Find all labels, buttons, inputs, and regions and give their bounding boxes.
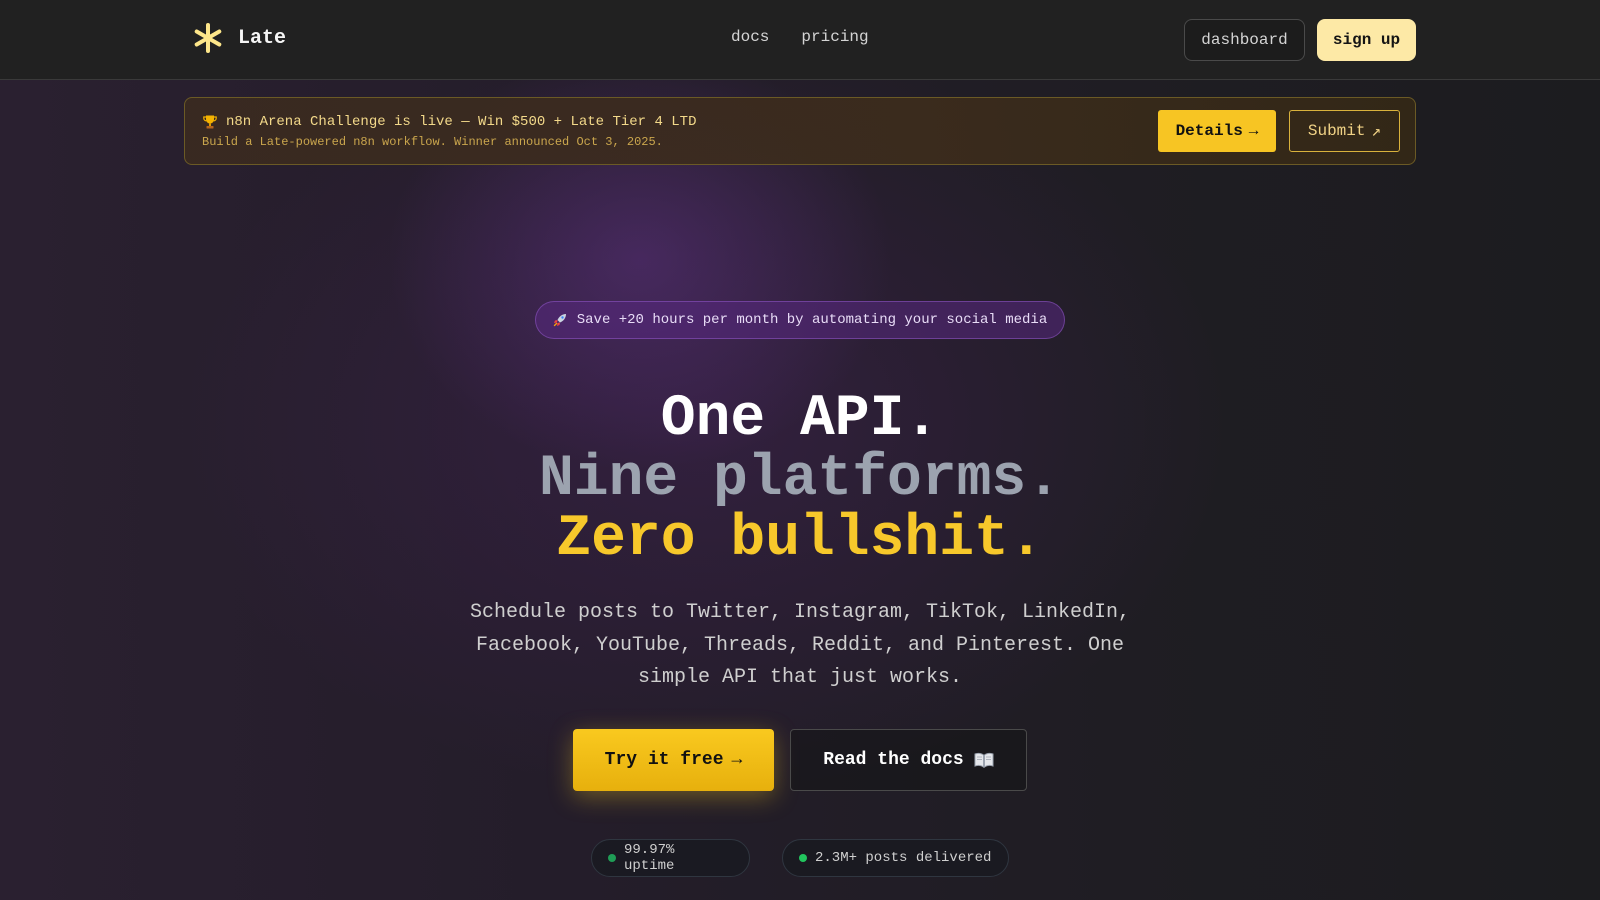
asterisk-logo-icon xyxy=(194,23,222,53)
headline-line-3: Zero bullshit. xyxy=(556,507,1044,572)
nav-link-pricing[interactable]: pricing xyxy=(801,28,868,46)
read-docs-button[interactable]: Read the docs xyxy=(790,729,1027,791)
book-icon xyxy=(974,752,994,769)
trophy-icon xyxy=(203,115,217,129)
brand-logo[interactable]: Late xyxy=(192,22,286,54)
submit-label: Submit xyxy=(1307,122,1366,140)
details-label: Details xyxy=(1175,122,1243,140)
nav-link-docs[interactable]: docs xyxy=(731,28,769,46)
savings-pill: Save +20 hours per month by automating y… xyxy=(535,301,1065,339)
arrow-right-icon: → xyxy=(1248,122,1259,140)
status-dot-icon xyxy=(799,854,807,862)
top-navbar: Late docs pricing dashboard sign up xyxy=(0,0,1600,80)
arrow-right-icon: → xyxy=(731,750,743,770)
main-nav: docs pricing xyxy=(731,28,869,46)
pill-text: Save +20 hours per month by automating y… xyxy=(576,312,1048,328)
rocket-icon xyxy=(553,314,566,327)
banner-subtitle: Build a Late-powered n8n workflow. Winne… xyxy=(202,135,663,149)
arrow-up-right-icon: ↗ xyxy=(1371,123,1382,141)
read-docs-label: Read the docs xyxy=(823,750,964,770)
hero-headline: One API. Nine platforms. Zero bullshit. xyxy=(0,390,1600,570)
try-free-button[interactable]: Try it free → xyxy=(573,729,774,791)
headline-line-2: Nine platforms. xyxy=(538,447,1062,512)
uptime-stat: 99.97% uptime xyxy=(591,839,750,877)
dashboard-button[interactable]: dashboard xyxy=(1184,19,1305,61)
brand-name: Late xyxy=(238,26,287,50)
posts-delivered-stat: 2.3M+ posts delivered xyxy=(782,839,1009,877)
details-button[interactable]: Details → xyxy=(1158,110,1276,152)
signup-button[interactable]: sign up xyxy=(1317,19,1416,61)
hero-description: Schedule posts to Twitter, Instagram, Ti… xyxy=(469,601,1131,689)
uptime-text: 99.97% uptime xyxy=(623,842,675,874)
submit-button[interactable]: Submit ↗ xyxy=(1289,110,1400,152)
banner-title: n8n Arena Challenge is live — Win $500 +… xyxy=(226,114,697,130)
banner-title-row: n8n Arena Challenge is live — Win $500 +… xyxy=(202,114,696,130)
posts-delivered-text: 2.3M+ posts delivered xyxy=(815,850,992,866)
challenge-banner: n8n Arena Challenge is live — Win $500 +… xyxy=(184,97,1416,165)
try-free-label: Try it free xyxy=(604,750,724,770)
headline-line-1: One API. xyxy=(660,387,940,452)
status-dot-icon xyxy=(608,854,616,862)
